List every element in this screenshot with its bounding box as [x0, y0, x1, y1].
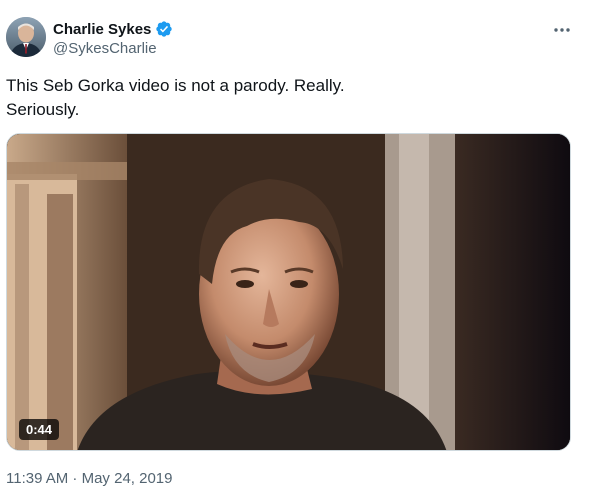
verified-badge-icon — [155, 20, 173, 38]
tweet-timestamp[interactable]: 11:39 AM · May 24, 2019 — [6, 470, 173, 487]
video-thumbnail — [7, 134, 570, 450]
tweet-text-line: Seriously. — [6, 100, 80, 119]
more-options-button[interactable] — [549, 20, 575, 40]
tweet-text-line: This Seb Gorka video is not a parody. Re… — [6, 76, 345, 95]
tweet-card: Charlie Sykes @SykesCharlie This Seb Gor… — [0, 0, 598, 491]
author-handle[interactable]: @SykesCharlie — [53, 40, 157, 57]
avatar[interactable] — [6, 17, 46, 57]
avatar-image — [6, 17, 46, 57]
video-player[interactable]: 0:44 — [6, 133, 571, 451]
tweet-text: This Seb Gorka video is not a parody. Re… — [6, 74, 576, 122]
video-duration-badge: 0:44 — [19, 419, 60, 440]
more-horizontal-icon — [554, 28, 570, 32]
author-display-name[interactable]: Charlie Sykes — [53, 21, 151, 38]
author-name-row: Charlie Sykes — [53, 20, 173, 38]
